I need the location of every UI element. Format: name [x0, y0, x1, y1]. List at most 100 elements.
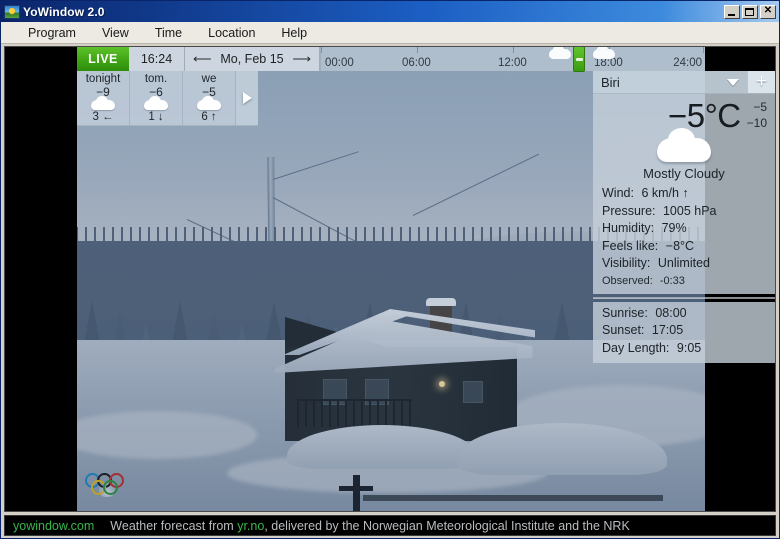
cabin-railing: [297, 399, 412, 427]
sun-row-sunset: Sunset: 17:05: [593, 322, 775, 340]
yrno-link[interactable]: yr.no: [237, 519, 264, 533]
timeline-tick: [513, 47, 514, 53]
weather-panel-body: −5°C −5 −10 Mostly Cloudy Wind: 6 km/h ↑…: [593, 94, 775, 294]
forecast-wind: 6 ↑: [201, 111, 217, 123]
add-location-button[interactable]: +: [747, 71, 775, 93]
sun-times-group: Sunrise: 08:00 Sunset: 17:05 Day Length:…: [593, 301, 775, 363]
status-text-before: Weather forecast from: [110, 518, 238, 533]
menu-item-view[interactable]: View: [89, 24, 142, 42]
status-message: Weather forecast from yr.no, delivered b…: [110, 519, 630, 533]
client-area: LIVE 16:24 ⟵ Mo, Feb 15 ⟶ 00:00 06:00 12…: [4, 46, 776, 512]
live-button[interactable]: LIVE: [77, 47, 129, 71]
date-navigator: ⟵ Mo, Feb 15 ⟶: [185, 47, 320, 71]
close-button[interactable]: ✕: [760, 4, 776, 19]
detail-row-visibility: Visibility: Unlimited: [593, 255, 775, 273]
timeline-tick: [703, 47, 704, 53]
timeline-label-1200: 12:00: [498, 57, 527, 69]
timeline-label-2400: 24:00: [673, 57, 702, 69]
time-toolbar: LIVE 16:24 ⟵ Mo, Feb 15 ⟶ 00:00 06:00 12…: [77, 47, 705, 72]
weather-panel-header: Biri +: [593, 71, 775, 94]
yowindow-link[interactable]: yowindow.com: [13, 519, 94, 533]
maximize-button[interactable]: [742, 4, 758, 19]
observed-value: -0:33: [659, 274, 685, 287]
detail-row-pressure: Pressure: 1005 hPa: [593, 203, 775, 221]
timeline-cloud-icon: [593, 47, 615, 59]
detail-row-feels-like: Feels like: −8°C: [593, 238, 775, 256]
timeline-tick: [321, 47, 322, 53]
chimney-snow-cap: [426, 298, 456, 306]
forecast-wind: 3 ←: [92, 111, 114, 123]
timeline-label-0600: 06:00: [402, 57, 431, 69]
cloud-icon: [657, 128, 711, 162]
forecast-wind: 1 ↓: [148, 111, 164, 123]
menu-item-help[interactable]: Help: [268, 24, 320, 42]
next-day-button[interactable]: ⟶: [291, 51, 312, 67]
status-bar: yowindow.com Weather forecast from yr.no…: [4, 515, 776, 536]
location-name[interactable]: Biri: [593, 75, 727, 90]
weather-panel: Biri + −5°C −5 −10 Mostly Cloudy Wind: 6…: [593, 71, 775, 363]
detail-value: 6 km/h ↑: [641, 186, 689, 200]
detail-label: Visibility:: [602, 256, 651, 270]
current-date: Mo, Feb 15: [220, 52, 284, 66]
cloud-icon: [144, 96, 168, 110]
sun-label: Sunset:: [602, 323, 645, 337]
cabin-window: [463, 381, 483, 403]
high-low-group: −5 −10: [747, 96, 767, 131]
fence-rail: [339, 486, 373, 491]
play-triangle-icon: [242, 92, 252, 104]
sun-label: Sunrise:: [602, 305, 648, 320]
timeline-tick: [417, 47, 418, 53]
detail-row-observed: Observed: -0:33: [593, 273, 775, 289]
menu-item-location[interactable]: Location: [195, 24, 268, 42]
forecast-strip: tonight −9 3 ← tom. −6 1 ↓ we −5 6 ↑: [77, 71, 258, 126]
timeline-cloud-icon: [549, 47, 571, 59]
detail-value: 79%: [661, 221, 687, 235]
detail-label: Pressure:: [602, 203, 656, 218]
cabin: [267, 298, 535, 441]
temperature-high: −5: [753, 100, 767, 114]
previous-day-button[interactable]: ⟵: [192, 51, 213, 67]
forecast-card-tonight[interactable]: tonight −9 3 ←: [77, 71, 130, 125]
cloud-icon: [197, 96, 221, 110]
detail-value: −8°C: [665, 238, 695, 253]
menu-item-program[interactable]: Program: [15, 24, 89, 42]
cloud-icon: [91, 96, 115, 110]
close-icon: ✕: [763, 5, 773, 16]
window-controls: ✕: [724, 4, 777, 19]
minimize-button[interactable]: [724, 4, 740, 19]
sun-landscape-icon: [4, 4, 20, 19]
detail-value: 1005 hPa: [662, 203, 717, 218]
title-bar: YoWindow 2.0 ✕: [1, 1, 779, 22]
olympic-rings-icon: [85, 473, 147, 497]
observed-label: Observed:: [602, 274, 653, 287]
sun-label: Day Length:: [602, 340, 670, 355]
temperature-low: −10: [746, 116, 767, 130]
status-text-after: , delivered by the Norwegian Meteorologi…: [264, 518, 630, 533]
forecast-expand-button[interactable]: [236, 71, 258, 125]
menu-bar: Program View Time Location Help: [1, 22, 779, 44]
detail-label: Wind:: [602, 186, 634, 200]
sun-value: 08:00: [655, 305, 687, 320]
timeline-now-marker[interactable]: [573, 47, 585, 72]
sun-value: 9:05: [676, 340, 702, 355]
timeline-label-0000: 00:00: [325, 57, 354, 69]
window-title: YoWindow 2.0: [23, 4, 105, 19]
detail-label: Humidity:: [602, 221, 655, 235]
detail-row-wind: Wind: 6 km/h ↑: [593, 185, 775, 203]
sun-row-day-length: Day Length: 9:05: [593, 340, 775, 358]
forecast-card-tomorrow[interactable]: tom. −6 1 ↓: [130, 71, 183, 125]
menu-item-time[interactable]: Time: [142, 24, 195, 42]
forecast-card-wednesday[interactable]: we −5 6 ↑: [183, 71, 236, 125]
condition-text: Mostly Cloudy: [643, 166, 725, 181]
fence-post: [353, 475, 360, 511]
fence-rail: [363, 495, 663, 501]
detail-value: Unlimited: [657, 256, 710, 270]
app-window: YoWindow 2.0 ✕ Program View Time Locatio…: [0, 0, 780, 539]
detail-label: Feels like:: [602, 238, 659, 253]
sun-row-sunrise: Sunrise: 08:00: [593, 305, 775, 323]
chevron-down-icon[interactable]: [727, 78, 739, 86]
current-time[interactable]: 16:24: [129, 47, 185, 71]
sun-value: 17:05: [651, 323, 684, 337]
detail-row-humidity: Humidity: 79%: [593, 220, 775, 238]
timeline-ruler[interactable]: 00:00 06:00 12:00 18:00 24:00: [320, 47, 705, 72]
